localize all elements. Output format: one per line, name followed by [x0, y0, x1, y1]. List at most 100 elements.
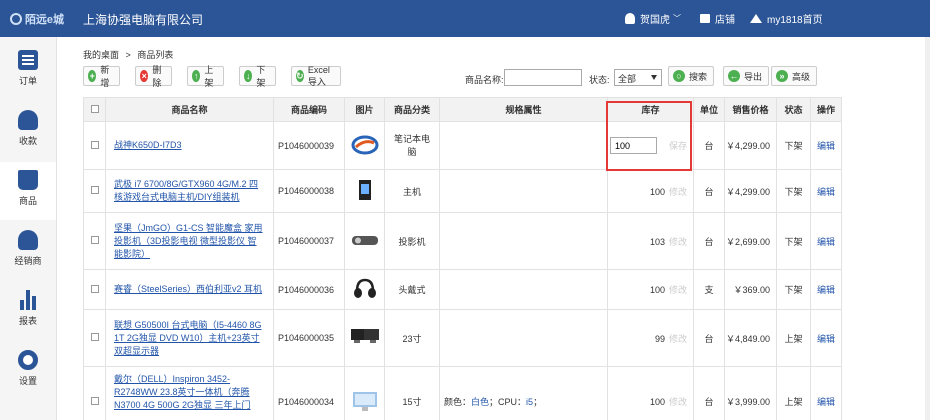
product-status: 上架 — [776, 366, 811, 420]
product-thumbnail[interactable] — [350, 325, 380, 349]
product-status: 下架 — [776, 269, 811, 310]
row-checkbox[interactable] — [90, 186, 99, 194]
home-label: my1818首页 — [767, 15, 823, 26]
logo[interactable]: 陌远e城 — [0, 0, 74, 37]
shopping-bag-icon — [18, 170, 38, 190]
stock-cell: 103 修改 — [607, 212, 694, 270]
advanced-button[interactable]: » 高级 — [771, 66, 818, 86]
delete-button[interactable]: × 删除 — [135, 65, 173, 88]
product-name-link[interactable]: 战神K650D-I7D3 — [114, 140, 182, 150]
table-row: 赛睿（SteelSeries）西伯利亚v2 耳机 P1046000036 头戴式… — [83, 269, 842, 310]
list-icon — [18, 50, 38, 70]
home-icon — [750, 14, 762, 23]
product-image-cell — [344, 269, 385, 310]
shelve-button[interactable]: ↑ 上架 — [187, 65, 225, 88]
search-button[interactable]: ○ 搜索 — [668, 66, 715, 86]
product-price: ￥4,299.00 — [724, 169, 777, 213]
table-row: 戴尔（DELL）Inspiron 3452-R2748WW 23.8英寸一体机（… — [83, 366, 842, 420]
product-image-cell — [344, 366, 385, 420]
product-status: 上架 — [776, 309, 811, 367]
user-icon — [625, 13, 635, 24]
product-category: 笔记本电脑 — [384, 121, 440, 170]
stock-edit-link[interactable]: 修改 — [669, 397, 687, 407]
product-thumbnail[interactable] — [350, 178, 380, 202]
advanced-label: 高级 — [792, 71, 811, 82]
row-checkbox[interactable] — [90, 236, 99, 244]
column-header[interactable]: 商品分类 — [384, 97, 440, 122]
stock-edit-link[interactable]: 修改 — [669, 334, 687, 344]
status-filter-label: 状态: — [589, 75, 610, 85]
product-category: 23寸 — [384, 309, 440, 367]
chevron-down-icon: ﹀ — [673, 14, 681, 23]
arrow-up-icon: ↑ — [192, 70, 201, 82]
product-status: 下架 — [776, 169, 811, 213]
product-name-cell: 戴尔（DELL）Inspiron 3452-R2748WW 23.8英寸一体机（… — [105, 366, 274, 420]
excel-import-button[interactable]: ↻ Excel导入 — [291, 65, 342, 87]
edit-link[interactable]: 编辑 — [810, 366, 842, 420]
product-spec-cell: 颜色：白色；CPU：i5； — [439, 366, 608, 420]
spec-cpu-value: i5 — [526, 397, 534, 407]
product-thumbnail[interactable] — [350, 277, 380, 301]
column-header[interactable]: 商品编码 — [273, 97, 345, 122]
row-checkbox[interactable] — [90, 396, 99, 405]
money-bag-icon — [18, 110, 38, 130]
breadcrumb-home[interactable]: 我的桌面 — [83, 50, 119, 60]
sidebar-item-orders[interactable]: 订单 — [0, 42, 56, 100]
edit-link[interactable]: 编辑 — [810, 309, 842, 367]
sidebar-item-label: 设置 — [18, 376, 37, 386]
stock-edit-link[interactable]: 修改 — [669, 285, 687, 295]
home-link[interactable]: my1818首页 — [750, 11, 823, 26]
edit-link[interactable]: 编辑 — [810, 121, 842, 170]
edit-link[interactable]: 编辑 — [810, 269, 842, 310]
product-thumbnail[interactable] — [350, 389, 380, 413]
product-price: ￥2,699.00 — [724, 212, 777, 270]
product-spec — [439, 212, 608, 270]
select-all-checkbox[interactable] — [90, 104, 99, 113]
sidebar-item-reports[interactable]: 报表 — [0, 282, 56, 340]
sidebar-item-settings[interactable]: 设置 — [0, 342, 56, 400]
edit-link[interactable]: 编辑 — [810, 169, 842, 213]
column-header[interactable]: 销售价格 — [724, 97, 777, 122]
row-checkbox[interactable] — [90, 284, 99, 293]
product-status: 下架 — [776, 121, 811, 170]
product-name-link[interactable]: 戴尔（DELL）Inspiron 3452-R2748WW 23.8英寸一体机（… — [114, 374, 251, 410]
status-select[interactable]: 全部 — [614, 69, 662, 86]
edit-link[interactable]: 编辑 — [810, 212, 842, 270]
double-chevron-icon: » — [776, 70, 788, 82]
breadcrumb-current: 商品列表 — [137, 50, 174, 60]
name-filter-input[interactable] — [504, 69, 582, 86]
row-checkbox[interactable] — [90, 333, 99, 341]
product-name-link[interactable]: 赛睿（SteelSeries）西伯利亚v2 耳机 — [114, 284, 262, 294]
export-button[interactable]: ← 导出 — [723, 66, 770, 86]
table-header-row: 商品名称 商品编码 图片 商品分类 规格属性 库存 单位 销售价格 状态 操作 — [83, 97, 842, 122]
store-link[interactable]: 店铺 — [700, 11, 735, 26]
page-scrollbar[interactable] — [925, 37, 930, 420]
sidebar-item-products[interactable]: 商品 — [0, 162, 56, 220]
product-code: P1046000039 — [273, 121, 345, 170]
add-button[interactable]: + 新增 — [83, 65, 121, 88]
unshelve-button[interactable]: ↓ 下架 — [239, 65, 277, 88]
spec-color-value: 白色 — [471, 397, 490, 407]
product-name-link[interactable]: 联想 G50500I 台式电脑（I5-4460 8G 1T 2G独显 DVD W… — [114, 320, 262, 356]
product-unit: 支 — [693, 269, 725, 310]
column-header[interactable]: 商品名称 — [105, 97, 274, 122]
product-name-cell: 坚果（JmGO）G1-CS 智能魔盒 家用投影机（3D投影电视 微型投影仪 智能… — [105, 212, 274, 270]
column-header[interactable]: 状态 — [776, 97, 811, 122]
sidebar-item-label: 收款 — [18, 136, 37, 146]
sidebar-item-payments[interactable]: 收款 — [0, 102, 56, 160]
product-price: ￥4,299.00 — [724, 121, 777, 170]
stock-cell: 100 修改 — [607, 366, 694, 420]
stock-edit-link[interactable]: 修改 — [669, 237, 687, 247]
row-checkbox[interactable] — [90, 140, 99, 149]
stock-value: 100 — [649, 186, 665, 197]
user-menu[interactable]: 贺国虎 ﹀ — [625, 11, 681, 26]
select-all-cell — [83, 97, 106, 122]
product-name-link[interactable]: 武极 i7 6700/8G/GTX960 4G/M.2 四核游戏台式电脑主机/D… — [114, 179, 258, 202]
product-thumbnail[interactable] — [350, 133, 380, 157]
arrow-down-icon: ↓ — [244, 70, 253, 82]
sidebar-item-dealers[interactable]: 经销商 — [0, 222, 56, 280]
product-thumbnail[interactable] — [350, 228, 380, 252]
stock-cell: 100 修改 — [607, 169, 694, 213]
product-name-link[interactable]: 坚果（JmGO）G1-CS 智能魔盒 家用投影机（3D投影电视 微型投影仪 智能… — [114, 223, 263, 259]
stock-edit-link[interactable]: 修改 — [669, 187, 687, 197]
